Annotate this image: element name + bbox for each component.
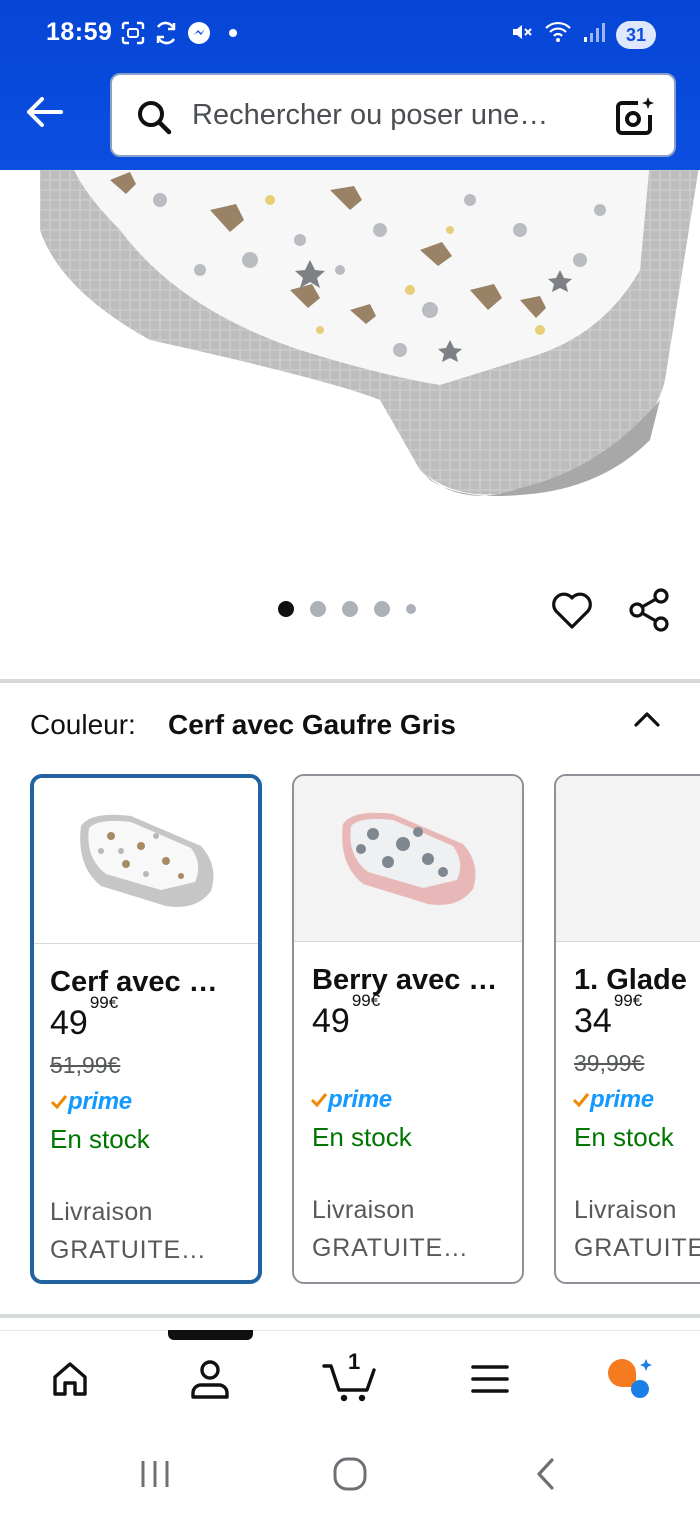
battery-indicator: 31 (615, 20, 656, 49)
prime-label: prime (590, 1086, 654, 1113)
swatch-old-price: 39,99€ (574, 1050, 645, 1076)
wishlist-button[interactable] (548, 586, 596, 634)
status-notifications (120, 20, 237, 46)
price-currency: € (632, 990, 643, 1010)
swatch-delivery: Livraison (574, 1196, 677, 1224)
color-swatch-glade[interactable]: 1. Glade 3499€ 39,99€ prime En stock Liv… (554, 774, 700, 1284)
swatch-image (556, 776, 700, 942)
swatch-delivery-free: GRATUITE (574, 1234, 700, 1262)
chevron-up-icon (634, 712, 660, 727)
chevron-left-icon (537, 1458, 554, 1490)
prime-label: prime (328, 1086, 392, 1113)
recent-apps-button[interactable] (130, 1449, 180, 1499)
nav-home[interactable] (40, 1349, 100, 1409)
carousel-dot[interactable] (310, 601, 326, 617)
app-header: 18:59 31 Rechercher ou poser une… (0, 0, 700, 170)
price-whole: 49 (50, 1004, 88, 1042)
home-circle-icon (333, 1457, 367, 1491)
screenshot-icon (120, 20, 146, 46)
color-swatch-list: Cerf avec … 4999€ 51,99€ prime En stock … (0, 774, 700, 1286)
price-currency: € (370, 990, 381, 1010)
wifi-icon (544, 20, 572, 49)
swatch-thumbnail (80, 814, 214, 907)
swatch-old-price: 51,99€ (50, 1052, 121, 1078)
swatch-price: 4999€ (50, 993, 118, 1043)
nav-menu[interactable] (460, 1349, 520, 1409)
mute-icon (510, 20, 534, 49)
prime-check-icon (310, 1093, 328, 1108)
swatch-image (294, 776, 522, 942)
search-placeholder: Rechercher ou poser une… (192, 99, 549, 131)
share-button[interactable] (626, 586, 674, 634)
swatch-title: Berry avec … (312, 964, 498, 996)
section-divider (0, 1314, 700, 1318)
price-whole: 34 (574, 1002, 612, 1040)
swatch-thumbnail (342, 812, 476, 905)
back-system-button[interactable] (522, 1449, 572, 1499)
back-button[interactable] (20, 88, 68, 136)
image-carousel-dots[interactable] (278, 601, 416, 617)
signal-icon (582, 21, 606, 48)
account-icon (191, 1360, 229, 1399)
prime-label: prime (68, 1088, 132, 1115)
swatch-title: Cerf avec … (50, 966, 218, 998)
price-currency: € (108, 992, 119, 1012)
collapse-button[interactable] (628, 700, 666, 738)
status-system-icons: 31 (510, 20, 656, 49)
swatch-delivery-free: GRATUITE… (50, 1236, 207, 1264)
swatch-price: 4999€ (312, 991, 380, 1041)
share-icon (629, 588, 669, 632)
section-divider (0, 679, 700, 683)
swatch-delivery-free: GRATUITE… (312, 1234, 469, 1262)
prime-badge: prime (50, 1088, 132, 1116)
search-input[interactable]: Rechercher ou poser une… (110, 73, 676, 157)
swatch-delivery: Livraison (50, 1198, 153, 1226)
messenger-icon (186, 20, 212, 46)
carousel-dot[interactable] (406, 604, 416, 614)
camera-search-icon[interactable] (612, 95, 656, 139)
carousel-dot[interactable] (278, 601, 294, 617)
nav-rufus[interactable] (600, 1349, 660, 1409)
color-swatch-deer[interactable]: Cerf avec … 4999€ 51,99€ prime En stock … (30, 774, 262, 1284)
bottom-navigation: 1 (0, 1330, 700, 1425)
prime-badge: prime (572, 1086, 654, 1114)
menu-icon (471, 1365, 509, 1393)
swatch-stock: En stock (50, 1124, 150, 1154)
swatch-stock: En stock (574, 1122, 674, 1152)
price-fraction: 99 (89, 992, 109, 1012)
recent-apps-icon (141, 1461, 169, 1487)
color-swatch-berry[interactable]: Berry avec … 4999€ prime En stock Livrai… (292, 774, 524, 1284)
home-system-button[interactable] (325, 1449, 375, 1499)
cart-count: 1 (348, 1349, 361, 1374)
price-whole: 49 (312, 1002, 350, 1040)
swatch-price: 3499€ (574, 991, 642, 1041)
home-icon (53, 1362, 87, 1396)
status-bar: 18:59 31 (0, 0, 700, 70)
system-navigation (0, 1425, 700, 1517)
nav-active-indicator (168, 1330, 253, 1340)
carousel-dot[interactable] (342, 601, 358, 617)
rufus-icon (608, 1359, 652, 1398)
color-selected-value: Cerf avec Gaufre Gris (168, 709, 456, 740)
search-icon (138, 101, 172, 135)
prime-check-icon (50, 1095, 68, 1110)
prime-badge: prime (310, 1086, 392, 1114)
price-fraction: 99 (351, 990, 371, 1010)
product-image[interactable] (0, 170, 700, 570)
baby-nest-image (40, 170, 699, 496)
sync-icon (153, 20, 179, 46)
nav-cart[interactable]: 1 (320, 1349, 380, 1409)
swatch-delivery: Livraison (312, 1196, 415, 1224)
nav-account[interactable] (180, 1349, 240, 1409)
swatch-image (34, 778, 258, 944)
prime-check-icon (572, 1093, 590, 1108)
back-arrow-icon (27, 97, 63, 127)
color-label: Couleur: (30, 709, 136, 740)
heart-icon (552, 592, 592, 629)
carousel-dot[interactable] (374, 601, 390, 617)
swatch-stock: En stock (312, 1122, 412, 1152)
price-fraction: 99 (613, 990, 633, 1010)
status-time: 18:59 (46, 18, 113, 46)
notification-dot (229, 29, 237, 37)
